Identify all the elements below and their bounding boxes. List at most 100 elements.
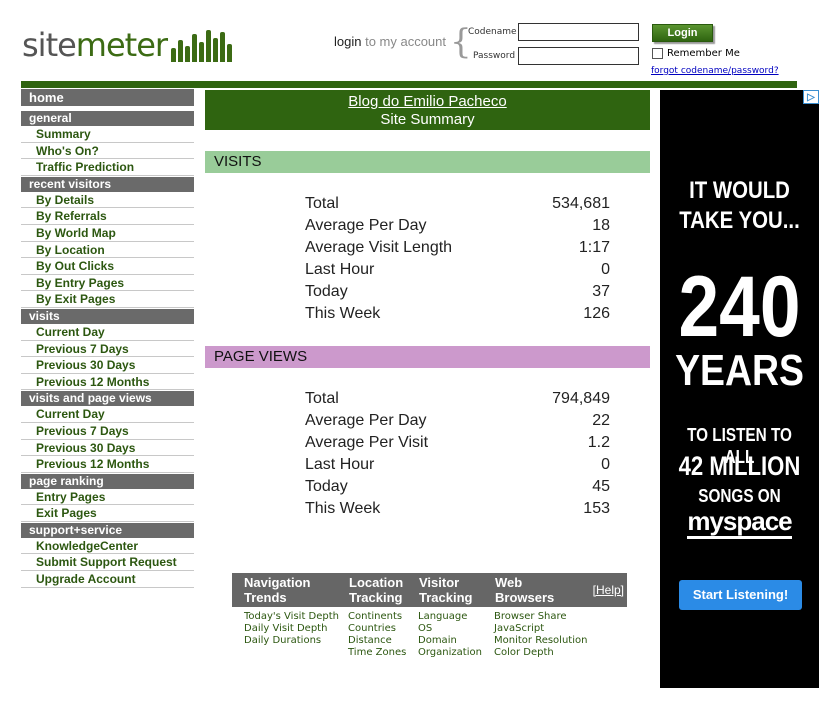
link-distance[interactable]: Distance xyxy=(348,635,418,647)
report-navigation-table: Navigation Trends Location Tracking Visito… xyxy=(232,573,627,659)
sidebar-item-by-location[interactable]: By Location xyxy=(21,242,194,259)
link-time-zones[interactable]: Time Zones xyxy=(348,647,418,659)
logo-bars-icon xyxy=(171,28,233,62)
codename-input[interactable] xyxy=(518,23,639,41)
stat-label: Average Visit Length xyxy=(305,239,453,256)
sidebar-item-traffic-prediction[interactable]: Traffic Prediction xyxy=(21,159,194,176)
remember-checkbox[interactable] xyxy=(652,48,663,59)
header-navigation-trends: Navigation Trends xyxy=(244,575,311,605)
link-browser-share[interactable]: Browser Share xyxy=(494,611,604,623)
stat-value: 45 xyxy=(592,478,610,495)
stat-value: 0 xyxy=(601,456,610,473)
sidebar-item-by-exit-pages[interactable]: By Exit Pages xyxy=(21,291,194,308)
report-navigation-links: Today's Visit Depth Daily Visit Depth Da… xyxy=(232,611,627,659)
sidebar-item-exit-pages[interactable]: Exit Pages xyxy=(21,505,194,522)
logo-text: sitemeter xyxy=(22,26,168,64)
sidebar-item-by-world-map[interactable]: By World Map xyxy=(21,225,194,242)
header-visitor-tracking: Visitor Tracking xyxy=(419,575,473,605)
sidebar-item-upgrade-account[interactable]: Upgrade Account xyxy=(21,571,194,588)
sidebar-item-whos-on[interactable]: Who's On? xyxy=(21,143,194,160)
sidebar-item-summary[interactable]: Summary xyxy=(21,126,194,143)
stat-label: Average Per Visit xyxy=(305,434,429,451)
link-continents[interactable]: Continents xyxy=(348,611,418,623)
sidebar-section-support-service: support+service xyxy=(21,522,194,538)
codename-label: Codename xyxy=(468,27,517,37)
link-daily-durations[interactable]: Daily Durations xyxy=(244,635,348,647)
blog-title-link[interactable]: Blog do Emilio Pacheco xyxy=(205,93,650,111)
link-domain[interactable]: Domain xyxy=(418,635,494,647)
sidebar-section-visits: visits xyxy=(21,308,194,324)
sidebar-home[interactable]: home xyxy=(21,89,194,106)
sidebar-item-by-details[interactable]: By Details xyxy=(21,192,194,209)
stat-label: This Week xyxy=(305,305,381,322)
link-organization[interactable]: Organization xyxy=(418,647,494,659)
sidebar-section-recent-visitors: recent visitors xyxy=(21,176,194,192)
sidebar-item-submit-support-request[interactable]: Submit Support Request xyxy=(21,554,194,572)
link-color-depth[interactable]: Color Depth xyxy=(494,647,604,659)
stat-label: Average Per Day xyxy=(305,412,427,429)
sidebar-item-by-entry-pages[interactable]: By Entry Pages xyxy=(21,275,194,292)
password-input[interactable] xyxy=(518,47,639,65)
login-blurb: login to my account xyxy=(334,34,446,49)
stat-label: Last Hour xyxy=(305,261,375,278)
sidebar-item-visits-previous-12-months[interactable]: Previous 12 Months xyxy=(21,374,194,391)
stat-label: Today xyxy=(305,478,348,495)
stat-label: Today xyxy=(305,283,348,300)
sidebar-item-visits-current-day[interactable]: Current Day xyxy=(21,324,194,341)
stat-label: Total xyxy=(305,195,339,212)
stat-label: Total xyxy=(305,390,339,407)
sidebar-item-entry-pages[interactable]: Entry Pages xyxy=(21,489,194,506)
header-divider xyxy=(21,81,797,88)
stat-row: Total 534,681 xyxy=(305,193,610,215)
visits-heading: VISITS xyxy=(205,151,650,173)
stat-row: Total 794,849 xyxy=(305,388,610,410)
stat-value: 0 xyxy=(601,261,610,278)
header-web-browsers: Web Browsers xyxy=(495,575,555,605)
adchoices-icon[interactable]: ▷ xyxy=(803,90,819,104)
visits-stats: Total 534,681 Average Per Day 18 Average V… xyxy=(305,193,610,325)
location-tracking-links: Continents Countries Distance Time Zones xyxy=(348,611,418,659)
sidebar-item-by-out-clicks[interactable]: By Out Clicks xyxy=(21,258,194,275)
header-location-tracking: Location Tracking xyxy=(349,575,404,605)
help-link[interactable]: [Help] xyxy=(593,583,624,607)
sidebar-item-by-referrals[interactable]: By Referrals xyxy=(21,208,194,225)
report-navigation-header: Navigation Trends Location Tracking Visito… xyxy=(232,573,627,607)
sidebar-section-page-ranking: page ranking xyxy=(21,473,194,489)
remember-label: Remember Me xyxy=(667,48,740,59)
page-views-heading: PAGE VIEWS xyxy=(205,346,650,368)
link-daily-visit-depth[interactable]: Daily Visit Depth xyxy=(244,623,348,635)
link-os[interactable]: OS xyxy=(418,623,494,635)
sitemeter-logo[interactable]: sitemeter xyxy=(22,22,233,64)
link-monitor-resolution[interactable]: Monitor Resolution xyxy=(494,635,604,647)
sidebar-item-pv-previous-7-days[interactable]: Previous 7 Days xyxy=(21,423,194,440)
link-javascript[interactable]: JavaScript xyxy=(494,623,604,635)
ad-number: 240 xyxy=(678,259,801,355)
link-todays-visit-depth[interactable]: Today's Visit Depth xyxy=(244,611,348,623)
stat-row: Last Hour 0 xyxy=(305,259,610,281)
sidebar-item-pv-previous-30-days[interactable]: Previous 30 Days xyxy=(21,440,194,457)
remember-me[interactable]: Remember Me xyxy=(652,48,740,59)
ad-songs-text: SONGS ON xyxy=(698,486,781,506)
login-button[interactable]: Login xyxy=(652,24,713,42)
stat-row: Average Per Day 18 xyxy=(305,215,610,237)
logo-site-text: site xyxy=(22,26,77,64)
stat-row: This Week 126 xyxy=(305,303,610,325)
stat-row: Today 37 xyxy=(305,281,610,303)
start-listening-button[interactable]: Start Listening! xyxy=(679,580,802,610)
logo-meter-text: meter xyxy=(75,26,168,64)
login-strong-text: login xyxy=(334,34,362,49)
sidebar-section-general: general xyxy=(21,111,194,126)
stat-value: 126 xyxy=(583,305,610,322)
myspace-ad-banner[interactable]: ▷ IT WOULD TAKE YOU... 240 YEARS TO LISTE… xyxy=(660,90,819,688)
sidebar-item-pv-previous-12-months[interactable]: Previous 12 Months xyxy=(21,456,194,473)
sidebar-item-visits-previous-7-days[interactable]: Previous 7 Days xyxy=(21,341,194,358)
link-countries[interactable]: Countries xyxy=(348,623,418,635)
visitor-tracking-links: Language OS Domain Organization xyxy=(418,611,494,659)
sidebar-item-knowledge-center[interactable]: KnowledgeCenter xyxy=(21,538,194,555)
sidebar-item-pv-current-day[interactable]: Current Day xyxy=(21,406,194,423)
stat-row: Last Hour 0 xyxy=(305,454,610,476)
sidebar-item-visits-previous-30-days[interactable]: Previous 30 Days xyxy=(21,357,194,374)
page-views-stats: Total 794,849 Average Per Day 22 Average P… xyxy=(305,388,610,520)
forgot-link[interactable]: forgot codename/password? xyxy=(651,66,779,76)
link-language[interactable]: Language xyxy=(418,611,494,623)
